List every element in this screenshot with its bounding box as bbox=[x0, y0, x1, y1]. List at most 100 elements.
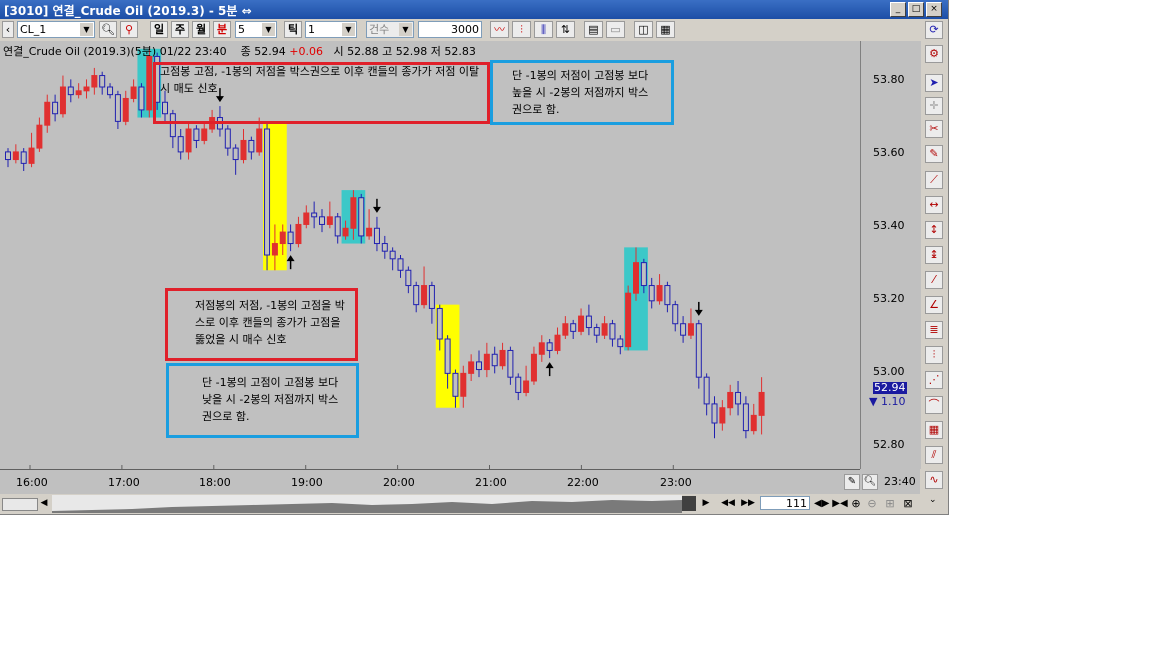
period-minute-button[interactable]: 분 bbox=[213, 21, 231, 38]
symbol-combo[interactable]: CL_1 ▼ bbox=[17, 21, 95, 38]
sort-arrows-icon[interactable]: ⇅ bbox=[556, 21, 575, 38]
crosshair-icon[interactable]: ✛ bbox=[925, 97, 943, 115]
wave-icon[interactable]: ∿ bbox=[925, 471, 943, 489]
candle-body bbox=[52, 101, 59, 115]
document-icon[interactable]: ▤ bbox=[584, 21, 603, 38]
current-price-badge: 52.94 bbox=[873, 381, 907, 394]
price-axis[interactable]: 53.80 53.60 53.40 53.20 53.00 52.80 52.9… bbox=[860, 41, 921, 469]
fan-icon[interactable]: ⋰ bbox=[925, 371, 943, 389]
low-value: 52.83 bbox=[444, 45, 476, 58]
gann-icon[interactable]: ▦ bbox=[925, 421, 943, 439]
tick-button[interactable]: 틱 bbox=[284, 21, 302, 38]
retracement-icon[interactable]: ⫶ bbox=[925, 346, 943, 364]
delete-tool-icon[interactable]: ✂ bbox=[925, 120, 943, 138]
zoom-out-icon[interactable]: ⊖ bbox=[866, 497, 878, 510]
spin-arrows-icon[interactable]: ◀▶ bbox=[814, 497, 829, 510]
arc-icon[interactable]: ⌒ bbox=[925, 396, 943, 414]
count-combo[interactable]: 건수 ▼ bbox=[366, 21, 414, 38]
minute-combo[interactable]: 5 ▼ bbox=[235, 21, 277, 38]
candle-body bbox=[703, 376, 710, 405]
y-tick-label: 53.40 bbox=[873, 219, 905, 232]
scroll-left-icon[interactable]: ◀ bbox=[38, 497, 50, 510]
chevron-down-icon[interactable]: ▼ bbox=[342, 23, 355, 36]
change-value: +0.06 bbox=[289, 45, 323, 58]
more-tools-icon[interactable]: ⌄ bbox=[929, 495, 937, 505]
candle-body bbox=[342, 227, 349, 237]
candle-body bbox=[185, 128, 192, 153]
y-tick-label: 52.80 bbox=[873, 438, 905, 451]
chart-header: 연결_Crude Oil (2019.3)(5분) 01/22 23:40 종 … bbox=[3, 43, 476, 59]
zoom-in-icon[interactable]: ⊕ bbox=[850, 497, 862, 510]
draw-tool-icon[interactable]: ✎ bbox=[844, 474, 860, 490]
chart-name: 연결_Crude Oil (2019.3)(5분) 01/22 23:40 bbox=[3, 45, 227, 58]
vertical-line-icon[interactable]: ↕ bbox=[925, 221, 943, 239]
bar-chart-icon[interactable]: ⫶ bbox=[512, 21, 531, 38]
candle-body bbox=[609, 323, 616, 340]
chart-window: [3010] 연결_Crude Oil (2019.3) - 5분 ⇔ _ □ … bbox=[0, 0, 949, 515]
chevron-down-icon[interactable]: ▼ bbox=[399, 23, 412, 36]
trend-tool-icon[interactable]: ⟋ bbox=[925, 171, 943, 189]
candle-body bbox=[578, 315, 585, 332]
period-month-button[interactable]: 월 bbox=[192, 21, 210, 38]
minimize-button[interactable]: _ bbox=[890, 2, 906, 17]
angle-line-icon[interactable]: ∠ bbox=[925, 296, 943, 314]
candle-body bbox=[326, 216, 333, 225]
maximize-button[interactable]: □ bbox=[908, 2, 924, 17]
cursor-icon[interactable]: ➤ bbox=[925, 74, 943, 92]
channel-icon[interactable]: ⫽ bbox=[925, 446, 943, 464]
candle-body bbox=[735, 391, 742, 405]
candle-chart-icon[interactable]: ⫼ bbox=[534, 21, 553, 38]
candle-body bbox=[672, 304, 679, 325]
rewind-icon[interactable]: ◀◀ bbox=[720, 497, 736, 510]
trend-line-icon[interactable]: ⁄ bbox=[925, 271, 943, 289]
navigator-sparkline[interactable] bbox=[52, 495, 682, 513]
mini-scroll-track[interactable] bbox=[2, 498, 38, 511]
candle-body bbox=[711, 403, 718, 424]
candle-body bbox=[83, 86, 90, 92]
play-icon[interactable]: ▶ bbox=[700, 497, 712, 510]
fast-forward-icon[interactable]: ▶▶ bbox=[740, 497, 756, 510]
time-axis[interactable]: 16:00 17:00 18:00 19:00 20:00 21:00 22:0… bbox=[0, 469, 860, 495]
title-bar[interactable]: [3010] 연결_Crude Oil (2019.3) - 5분 ⇔ _ □ … bbox=[0, 0, 948, 19]
grid-icon[interactable]: ▦ bbox=[656, 21, 675, 38]
layout-icon[interactable]: ◫ bbox=[634, 21, 653, 38]
candle-body bbox=[515, 376, 522, 393]
candle-body bbox=[5, 151, 11, 161]
fibonacci-icon[interactable]: ≣ bbox=[925, 321, 943, 339]
horizontal-line-icon[interactable]: ↔ bbox=[925, 196, 943, 214]
edit-tool-icon[interactable]: ✎ bbox=[925, 145, 943, 163]
bottom-scrollbar[interactable]: ◀ ▶ ◀◀ ▶▶ 111 ◀▶ ▶◀ ⊕ ⊖ ⊞ ⊠ bbox=[0, 494, 920, 514]
visible-count-input[interactable]: 111 bbox=[760, 496, 810, 510]
count-input[interactable]: 3000 bbox=[418, 21, 482, 38]
candle-body bbox=[727, 391, 734, 409]
candle-body bbox=[507, 349, 514, 378]
period-week-button[interactable]: 주 bbox=[171, 21, 189, 38]
candle-body bbox=[523, 380, 530, 393]
candle-body bbox=[585, 315, 592, 329]
close-value: 52.94 bbox=[254, 45, 286, 58]
find-symbol-icon[interactable]: ⚲ bbox=[120, 21, 138, 38]
line-chart-icon[interactable]: 〰 bbox=[490, 21, 509, 38]
search-icon[interactable]: 🔍︎ bbox=[99, 21, 117, 38]
collapse-arrow-icon[interactable]: ‹ bbox=[2, 21, 14, 38]
scroll-thumb[interactable] bbox=[682, 496, 696, 511]
settings-icon[interactable]: ⚙ bbox=[925, 45, 943, 63]
window-title: [3010] 연결_Crude Oil (2019.3) - 5분 ⇔ bbox=[4, 4, 252, 18]
refresh-icon[interactable]: ⟳ bbox=[925, 21, 943, 39]
plot-area[interactable]: 연결_Crude Oil (2019.3)(5분) 01/22 23:40 종 … bbox=[0, 41, 860, 469]
cycle-line-icon[interactable]: ↨ bbox=[925, 246, 943, 264]
close-button[interactable]: × bbox=[926, 2, 942, 17]
copy-icon[interactable]: ▭ bbox=[606, 21, 625, 38]
tick-combo[interactable]: 1 ▼ bbox=[305, 21, 357, 38]
reset-icon[interactable]: ⊠ bbox=[902, 497, 914, 510]
period-day-button[interactable]: 일 bbox=[150, 21, 168, 38]
chevron-down-icon[interactable]: ▼ bbox=[80, 23, 93, 36]
zoom-icon[interactable]: 🔍︎ bbox=[862, 474, 878, 490]
compress-icon[interactable]: ▶◀ bbox=[832, 497, 848, 510]
candle-body bbox=[28, 147, 35, 164]
candle-body bbox=[138, 86, 145, 111]
fit-icon[interactable]: ⊞ bbox=[884, 497, 896, 510]
chevron-down-icon[interactable]: ▼ bbox=[262, 23, 275, 36]
y-tick-label: 53.00 bbox=[873, 365, 905, 378]
chart-area[interactable]: 연결_Crude Oil (2019.3)(5분) 01/22 23:40 종 … bbox=[0, 41, 921, 495]
